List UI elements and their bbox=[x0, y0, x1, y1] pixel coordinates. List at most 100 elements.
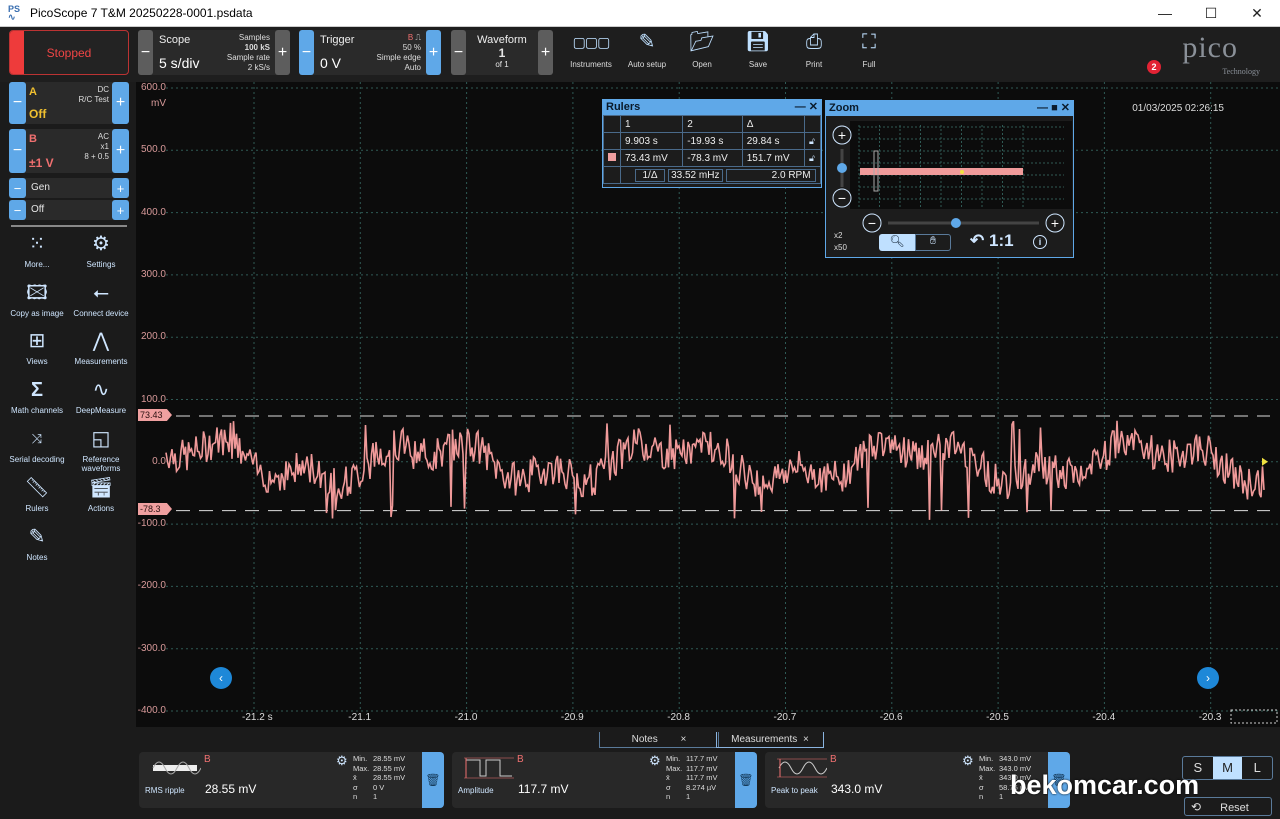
scroll-right-button[interactable]: › bbox=[1197, 667, 1219, 689]
measurements-button[interactable]: ⋀ Measurements bbox=[69, 329, 133, 366]
channel-b-control[interactable]: − B AC x1 8 + 0.5 ±1 V + bbox=[9, 129, 129, 173]
magnifier-icon: 🔍︎ bbox=[889, 234, 905, 248]
rulers-window-header[interactable]: Rulers — ✕ bbox=[603, 100, 821, 115]
settings-button[interactable]: ⚙ Settings bbox=[69, 232, 133, 269]
gear-icon[interactable]: ⚙ bbox=[962, 753, 974, 769]
waveform-control: − Waveform 1 of 1 + bbox=[451, 30, 553, 75]
waveform-next-button[interactable]: + bbox=[538, 30, 553, 75]
minimize-button[interactable]: — bbox=[1142, 0, 1188, 27]
auto-setup-button[interactable]: ✎ Auto setup bbox=[617, 30, 677, 69]
voltage-ruler-1[interactable]: 73.43 mV bbox=[619, 149, 684, 167]
unlock-icon[interactable]: 🔓︎ bbox=[804, 149, 821, 167]
trigger-level-value[interactable]: 0 V bbox=[320, 55, 341, 71]
generator-state-increase-button[interactable]: + bbox=[112, 200, 129, 220]
channel-b-decrease-button[interactable]: − bbox=[9, 129, 26, 173]
run-stop-button[interactable]: Stopped bbox=[9, 30, 129, 75]
instruments-button[interactable]: ▢▢▢ Instruments bbox=[561, 30, 621, 69]
tab-measurements[interactable]: Measurements × bbox=[716, 732, 824, 748]
more-label: More... bbox=[24, 260, 50, 269]
copy-as-image-button[interactable]: 🖾 Copy as image bbox=[5, 281, 69, 318]
scope-plot[interactable]: 600.0 500.0 400.0 300.0 200.0 100.0 0.0 -100.0 -… bbox=[136, 82, 1280, 727]
waveform-previous-button[interactable]: − bbox=[451, 30, 466, 75]
rulers-button[interactable]: 📏︎ Rulers bbox=[5, 476, 69, 513]
zoom-tool-button[interactable]: 🔍︎ bbox=[879, 234, 915, 251]
views-button[interactable]: ⊞ Views bbox=[5, 329, 69, 366]
minimize-icon[interactable]: — bbox=[795, 101, 806, 113]
voltage-ruler-2[interactable]: -78.3 mV bbox=[682, 149, 743, 167]
notification-badge[interactable]: 2 bbox=[1147, 60, 1161, 74]
info-icon[interactable]: i bbox=[1033, 235, 1047, 249]
measurement-card[interactable]: B RMS ripple 28.55 mV ⚙ Min. 28.55 mV Max… bbox=[139, 752, 444, 808]
full-screen-button[interactable]: ⛶ Full bbox=[839, 30, 899, 69]
generator-type-increase-button[interactable]: + bbox=[112, 178, 129, 198]
scroll-left-button[interactable]: ‹ bbox=[210, 667, 232, 689]
zoom-window[interactable]: Zoom — ■ ✕ + − − + x2 x50 ↶ 1:1 i 🔍︎ ✋︎ bbox=[825, 100, 1074, 258]
trigger-decrease-button[interactable]: − bbox=[299, 30, 314, 75]
rulers-window[interactable]: Rulers — ✕ 1 2 Δ 9.903 s -19.93 s 29.84 … bbox=[602, 99, 822, 188]
maximize-icon[interactable]: ■ bbox=[1051, 102, 1058, 114]
maximize-button[interactable]: ☐ bbox=[1188, 0, 1234, 27]
gear-icon[interactable]: ⚙ bbox=[649, 753, 661, 769]
measurement-card[interactable]: B Amplitude 117.7 mV ⚙ Min. 117.7 mV Max.… bbox=[452, 752, 757, 808]
horizontal-zoom-thumb[interactable] bbox=[950, 218, 961, 228]
deepmeasure-label: DeepMeasure bbox=[75, 406, 127, 415]
y-tick-label: 600.0 bbox=[140, 82, 166, 93]
save-button[interactable]: 💾︎ Save bbox=[728, 30, 788, 69]
delete-measurement-button[interactable]: 🗑︎ bbox=[735, 752, 757, 808]
minimize-icon[interactable]: — bbox=[1037, 102, 1048, 114]
generator-type-decrease-button[interactable]: − bbox=[9, 178, 26, 198]
vertical-zoom-thumb[interactable] bbox=[837, 163, 847, 173]
print-button[interactable]: ⎙ Print bbox=[784, 30, 844, 69]
timebase-increase-button[interactable]: + bbox=[275, 30, 290, 75]
close-icon[interactable]: ✕ bbox=[1061, 102, 1070, 114]
notes-button[interactable]: ✎ Notes bbox=[5, 525, 69, 562]
actions-button[interactable]: 🎬︎ Actions bbox=[69, 476, 133, 513]
ruler-2-flag[interactable]: -78.3 bbox=[138, 503, 172, 515]
tab-notes[interactable]: Notes × bbox=[599, 732, 719, 748]
open-button[interactable]: 📂︎ Open bbox=[672, 30, 732, 69]
time-ruler-2[interactable]: -19.93 s bbox=[682, 132, 743, 150]
trash-icon: 🗑︎ bbox=[738, 773, 754, 787]
trigger-increase-button[interactable]: + bbox=[426, 30, 441, 75]
zoom-window-controls[interactable]: — ■ ✕ bbox=[1037, 101, 1070, 116]
channel-a-increase-button[interactable]: + bbox=[112, 82, 129, 124]
zoom-window-header[interactable]: Zoom — ■ ✕ bbox=[826, 101, 1073, 116]
sigma-icon: Σ bbox=[30, 379, 43, 401]
unlock-icon[interactable]: 🔓︎ bbox=[804, 132, 821, 150]
math-channels-button[interactable]: Σ Math channels bbox=[5, 378, 69, 415]
ruler-1-flag[interactable]: 73.43 bbox=[138, 409, 172, 421]
tab-measurements-close-icon[interactable]: × bbox=[803, 734, 809, 745]
close-icon[interactable]: ✕ bbox=[809, 101, 818, 113]
generator-type-row[interactable]: − Gen + bbox=[9, 178, 129, 198]
generator-state-row[interactable]: − Off + bbox=[9, 200, 129, 220]
tab-notes-close-icon[interactable]: × bbox=[681, 734, 687, 745]
size-medium-button[interactable]: M bbox=[1212, 757, 1243, 779]
time-ruler-1[interactable]: 9.903 s bbox=[619, 132, 684, 150]
channel-a-range: Off bbox=[29, 107, 47, 121]
more-button[interactable]: ⁙ More... bbox=[5, 232, 69, 269]
measurement-channel: B bbox=[204, 754, 211, 765]
deepmeasure-button[interactable]: ∿ DeepMeasure bbox=[69, 378, 133, 415]
delete-measurement-button[interactable]: 🗑︎ bbox=[422, 752, 444, 808]
channel-a-control[interactable]: − A DC R/C Test Off + bbox=[9, 82, 129, 124]
history-icon: ⟲ bbox=[1191, 800, 1202, 814]
channel-a-decrease-button[interactable]: − bbox=[9, 82, 26, 124]
serial-decoding-button[interactable]: ⤨ Serial decoding bbox=[5, 427, 69, 464]
generator-state-decrease-button[interactable]: − bbox=[9, 200, 26, 220]
channel-b-increase-button[interactable]: + bbox=[112, 129, 129, 173]
reset-zoom-button[interactable]: ↶ 1:1 bbox=[970, 231, 1014, 251]
size-large-button[interactable]: L bbox=[1242, 757, 1272, 779]
reference-waveforms-button[interactable]: ◱ Reference waveforms bbox=[69, 427, 133, 473]
pan-tool-button[interactable]: ✋︎ bbox=[915, 234, 951, 251]
notes-label: Notes bbox=[26, 553, 48, 562]
y-tick-label: -400.0 bbox=[137, 705, 166, 716]
sampling-info: Samples 100 kS Sample rate 2 kS/s bbox=[227, 33, 270, 73]
timebase-value[interactable]: 5 s/div bbox=[159, 55, 199, 71]
connect-device-button[interactable]: ⭠ Connect device bbox=[69, 281, 133, 318]
gear-icon[interactable]: ⚙ bbox=[336, 753, 348, 769]
actions-label: Actions bbox=[87, 504, 115, 513]
close-button[interactable]: ✕ bbox=[1234, 0, 1280, 27]
image-icon: 🖾 bbox=[26, 282, 48, 304]
timebase-decrease-button[interactable]: − bbox=[138, 30, 153, 75]
rulers-window-controls[interactable]: — ✕ bbox=[795, 100, 818, 115]
